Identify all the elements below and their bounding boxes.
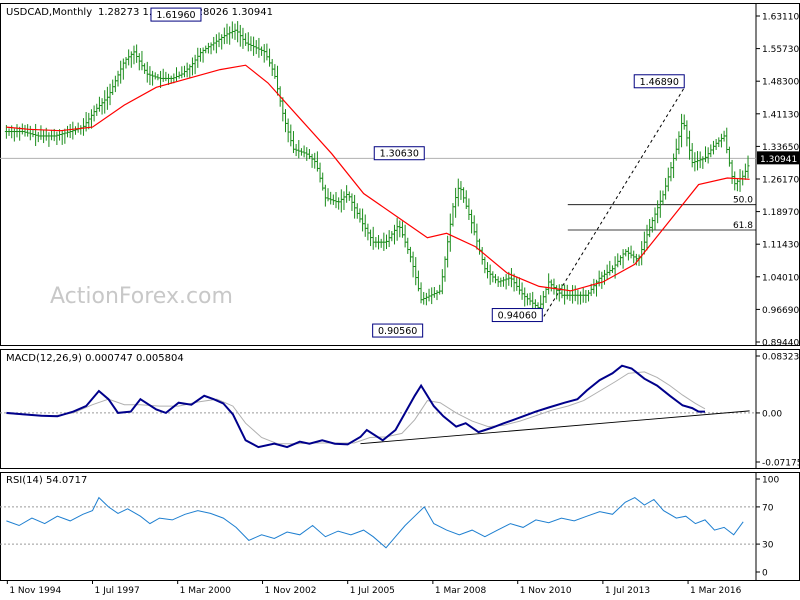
price-annotation-label: 0.94060 xyxy=(498,311,537,322)
rsi-y-tick-label: 70 xyxy=(762,503,774,513)
price-y-tick-label: 1.55730 xyxy=(762,45,799,55)
price-panel-symbol: USDCAD,Monthly xyxy=(6,7,92,18)
x-axis-tick-label: 1 Nov 2002 xyxy=(265,586,317,596)
fib-level-label: 61.8 xyxy=(733,221,753,231)
watermark: ActionForex.com xyxy=(50,284,233,309)
macd-panel-frame xyxy=(0,349,800,469)
price-y-tick-label: 1.26170 xyxy=(762,176,799,186)
price-y-tick-label: 0.89440 xyxy=(762,339,799,349)
rsi-y-tick-label: 0 xyxy=(762,569,768,579)
macd-y-tick-label: 0.00 xyxy=(762,409,782,419)
fib-level-label: 50.0 xyxy=(733,196,753,206)
x-axis-tick-label: 1 Mar 2008 xyxy=(435,586,487,596)
x-axis-tick-label: 1 Mar 2000 xyxy=(180,586,232,596)
price-annotation-label: 0.90560 xyxy=(378,326,417,337)
price-annotation-label: 1.46890 xyxy=(640,77,679,88)
rsi-panel-frame xyxy=(0,472,800,581)
price-y-tick-label: 1.63110 xyxy=(762,13,799,23)
macd-y-tick-label: -0.071752 xyxy=(762,459,800,469)
price-y-tick-label: 1.48300 xyxy=(762,78,799,88)
rsi-y-tick-label: 100 xyxy=(762,476,779,486)
x-axis-tick-label: 1 Jul 2005 xyxy=(350,586,395,596)
price-annotation-label: 1.30630 xyxy=(380,149,419,160)
price-annotation-label: 1.61960 xyxy=(156,10,195,21)
current-price-label: 1.30941 xyxy=(760,155,797,165)
forex-chart: ActionForex.com USDCAD,Monthly 1.28273 1… xyxy=(0,3,800,596)
x-axis-tick-label: 1 Jul 2013 xyxy=(605,586,650,596)
price-y-tick-label: 1.04010 xyxy=(762,273,799,283)
price-y-tick-label: 1.18970 xyxy=(762,208,799,218)
x-axis-tick-label: 1 Mar 2016 xyxy=(690,586,742,596)
rsi-y-tick-label: 30 xyxy=(762,541,774,551)
x-axis-tick-label: 1 Nov 1994 xyxy=(9,586,61,596)
macd-panel-title: MACD(12,26,9) 0.000747 0.005804 xyxy=(6,353,184,364)
macd-y-tick-label: 0.083235 xyxy=(762,353,800,363)
price-y-tick-label: 1.41130 xyxy=(762,110,799,120)
price-y-tick-label: 0.96690 xyxy=(762,306,799,316)
price-y-tick-label: 1.11430 xyxy=(762,241,799,251)
rsi-panel-title: RSI(14) 54.0717 xyxy=(6,475,87,486)
x-axis-tick-label: 1 Jul 1997 xyxy=(95,586,140,596)
x-axis-tick-label: 1 Nov 2010 xyxy=(520,586,572,596)
